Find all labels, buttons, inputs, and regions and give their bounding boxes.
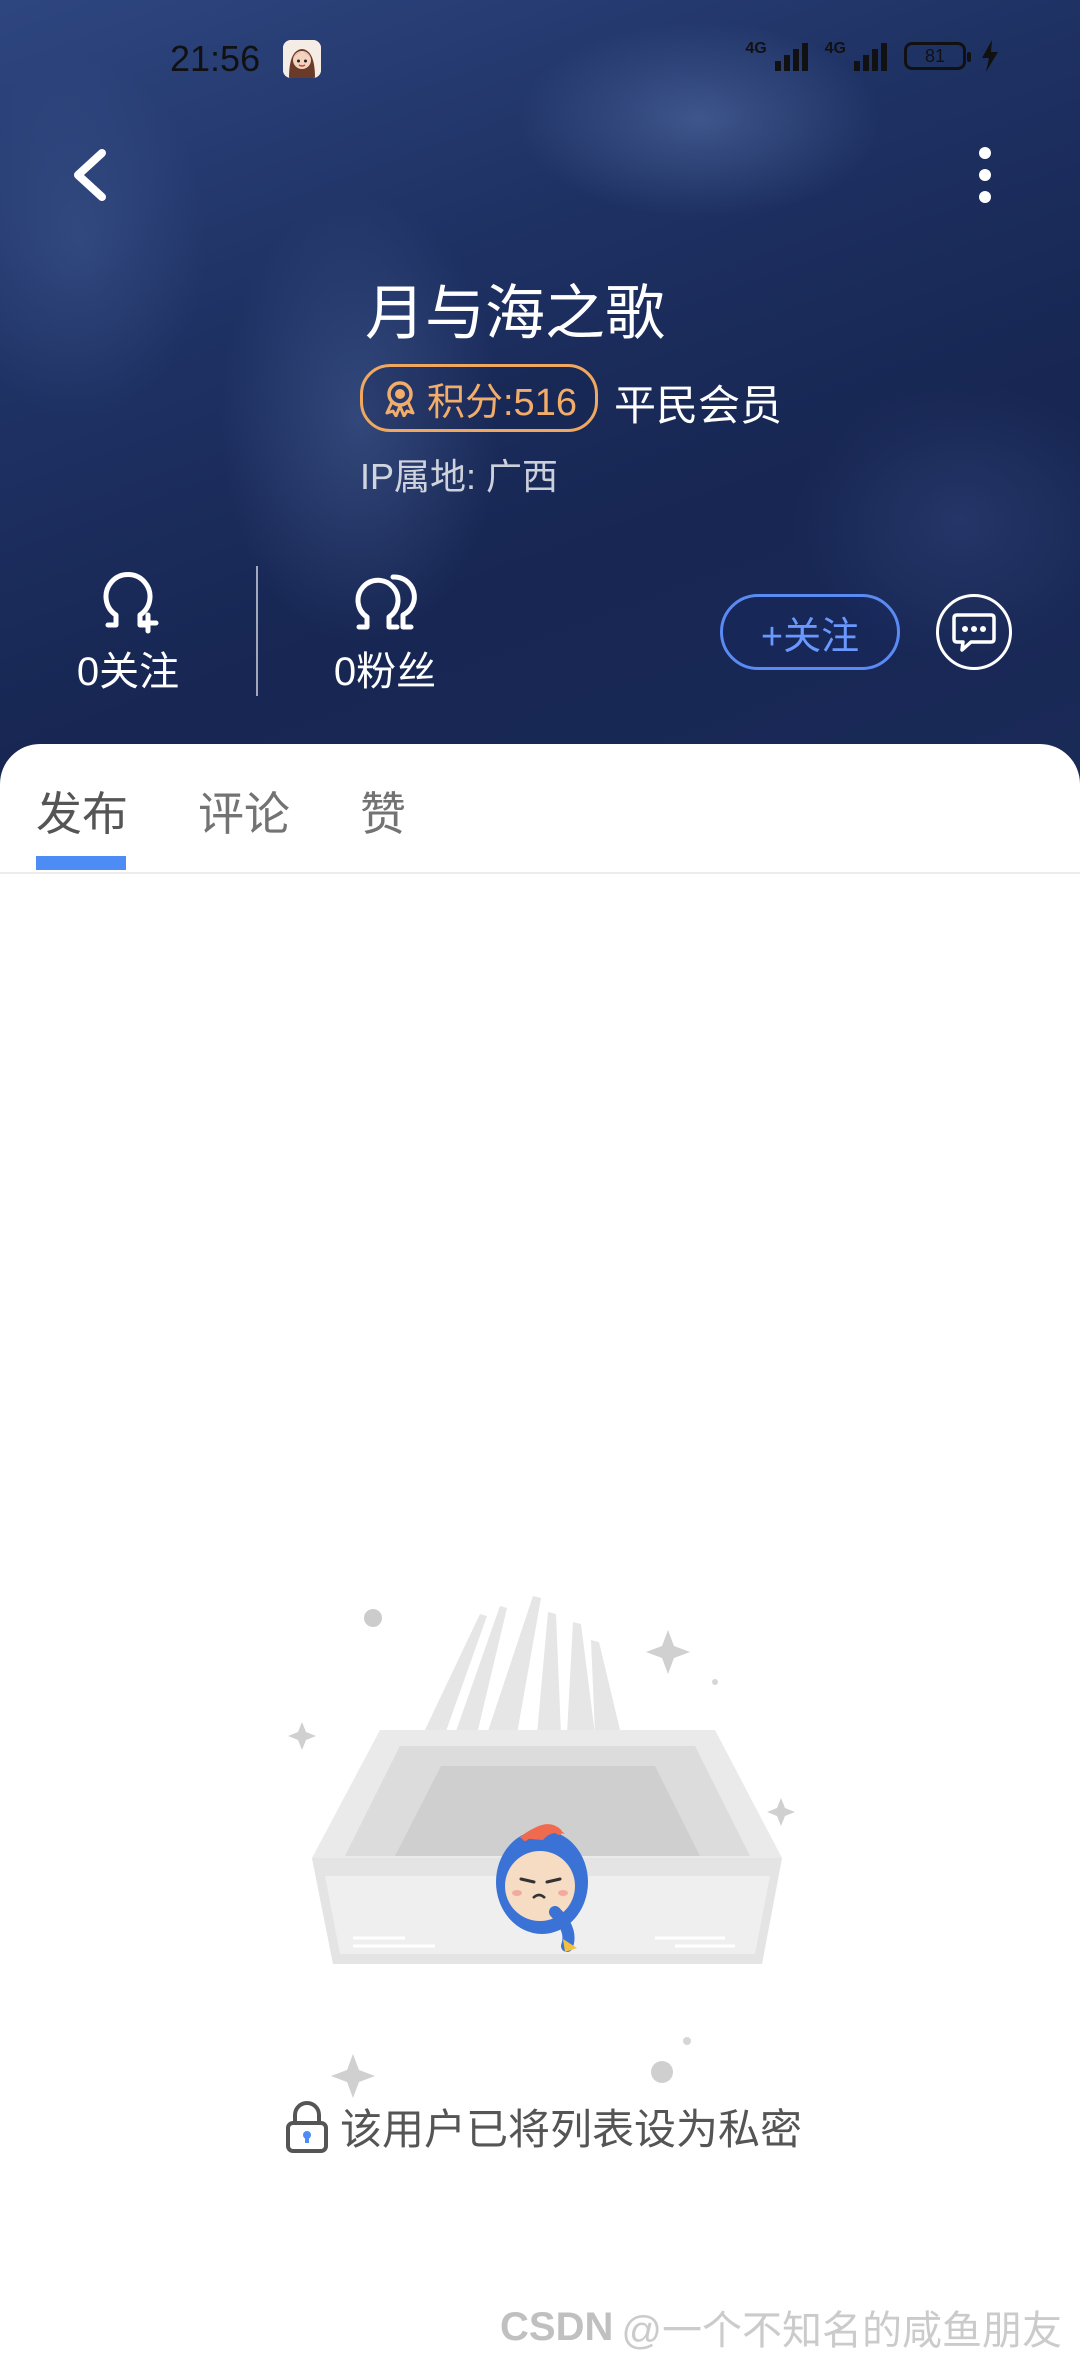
status-icons: 4G 4G 81	[745, 40, 1000, 72]
battery-icon: 81	[904, 42, 971, 70]
tab-post[interactable]: 发布	[36, 778, 128, 844]
fans-stat[interactable]: 0粉丝	[285, 565, 485, 697]
tab-comment[interactable]: 评论	[198, 778, 290, 844]
chevron-left-icon	[74, 149, 106, 201]
people-icon	[355, 574, 417, 630]
empty-state-illustration	[255, 1594, 835, 2134]
medal-icon	[385, 381, 415, 417]
points-label: 积分:516	[427, 381, 577, 424]
stat-divider	[256, 566, 258, 696]
tab-active-indicator	[36, 856, 126, 870]
network-label-1: 4G	[745, 40, 767, 57]
watermark: CSDN @一个不知名的咸鱼朋友	[500, 2298, 1062, 2356]
chat-bubble-icon	[952, 613, 996, 652]
tab-bar: 发布 评论 赞	[0, 744, 1080, 874]
charging-icon	[982, 40, 998, 72]
back-button[interactable]	[60, 135, 120, 215]
following-stat[interactable]: 0关注	[28, 565, 228, 697]
status-bar: 21:56 4G 4G 81	[0, 36, 1080, 86]
points-badge[interactable]: 积分:516	[360, 364, 598, 432]
more-vertical-icon	[979, 147, 991, 203]
battery-level: 81	[924, 45, 946, 66]
profile-header: 21:56 4G 4G 81 月与海之歌 积分:516 平民会员 IP属地: 广…	[0, 0, 1080, 790]
follow-button[interactable]: +关注	[720, 594, 900, 670]
fans-count: 0粉丝	[333, 650, 437, 694]
person-add-icon	[103, 572, 159, 634]
tab-like[interactable]: 赞	[360, 778, 406, 844]
message-button[interactable]	[936, 594, 1012, 670]
member-level: 平民会员	[614, 382, 783, 429]
signal-icon-2	[854, 43, 887, 71]
ip-location: IP属地: 广西	[360, 456, 559, 497]
more-button[interactable]	[955, 135, 1015, 215]
watermark-logo: CSDN	[500, 2304, 614, 2349]
signal-icon	[774, 43, 808, 71]
watermark-text: @一个不知名的咸鱼朋友	[621, 2309, 1062, 2353]
private-message: 该用户已将列表设为私密	[340, 2106, 803, 2153]
network-label-2: 4G	[824, 40, 846, 57]
content-sheet: 发布 评论 赞 该用户已将列表设为私密 CSDN @一个不知名的咸鱼朋友	[0, 744, 1080, 2376]
lock-icon	[286, 2100, 328, 2153]
notification-avatar-icon	[283, 40, 321, 78]
status-time: 21:56	[170, 38, 261, 79]
username: 月与海之歌	[365, 280, 665, 347]
private-notice: 该用户已将列表设为私密	[284, 2096, 802, 2157]
following-count: 0关注	[76, 650, 180, 694]
